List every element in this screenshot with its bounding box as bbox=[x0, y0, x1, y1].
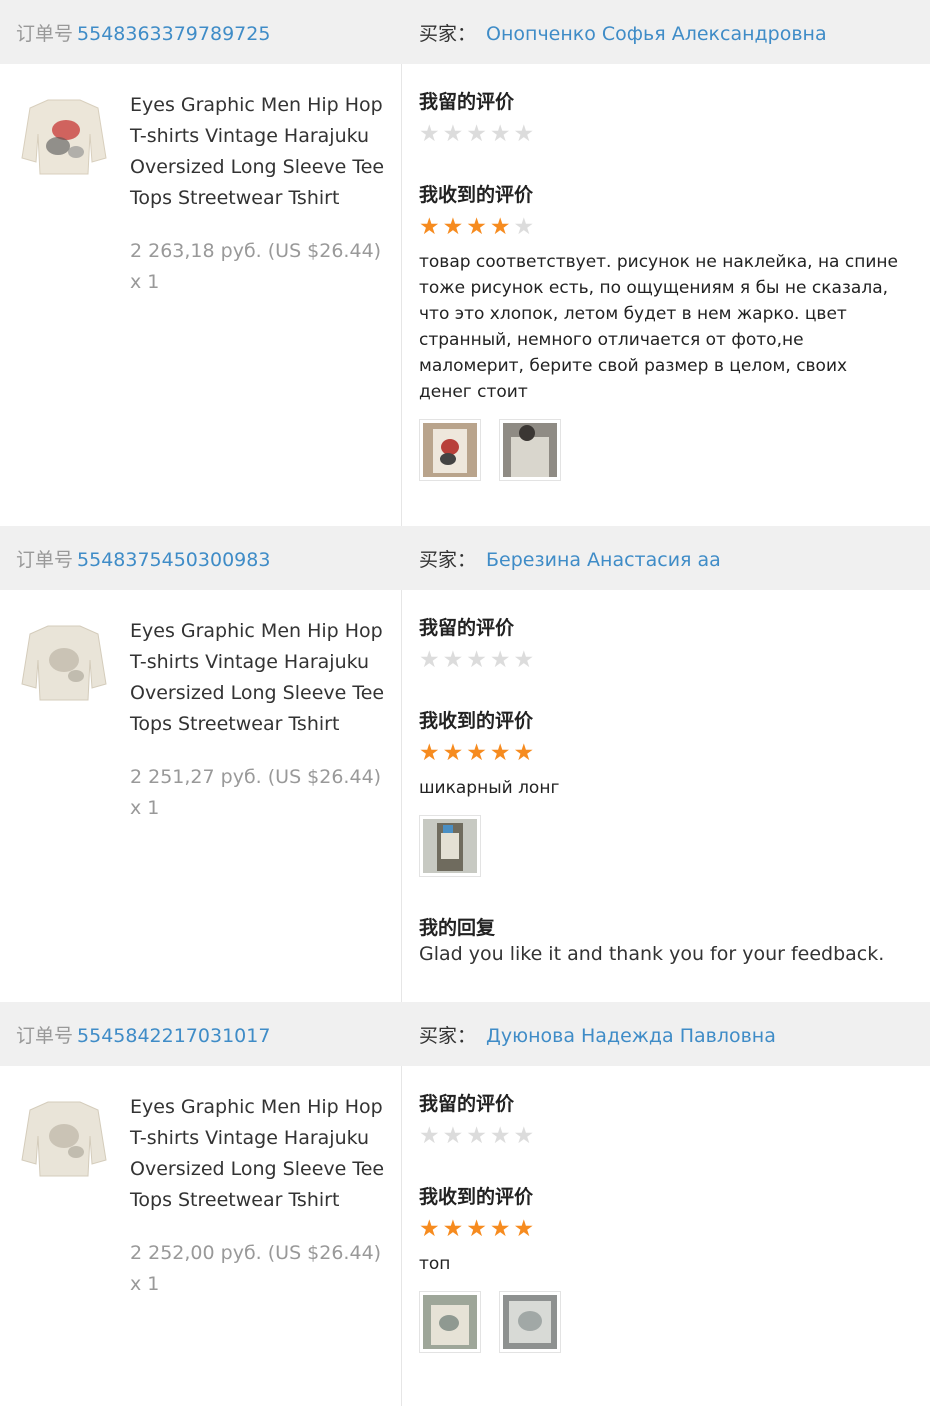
star-icon: ★ bbox=[489, 213, 511, 240]
review-photos bbox=[419, 1291, 930, 1353]
star-icon[interactable]: ★ bbox=[466, 648, 487, 672]
review-photo[interactable] bbox=[419, 1291, 481, 1353]
product-thumbnail[interactable] bbox=[20, 620, 108, 702]
review-photo[interactable] bbox=[499, 1291, 561, 1353]
star-icon: ★ bbox=[419, 213, 440, 240]
star-icon: ★ bbox=[513, 1215, 535, 1242]
review-comment: товар соответствует. рисунок не наклейка… bbox=[419, 252, 898, 402]
order-card: 订单号 5548363379789725 买家： Онопченко Софья А… bbox=[0, 0, 930, 526]
star-icon[interactable]: ★ bbox=[419, 122, 440, 146]
product-price: 2 263,18 руб. (US $26.44) bbox=[130, 240, 382, 262]
star-icon: ★ bbox=[513, 213, 535, 240]
product-title-link[interactable]: Eyes Graphic Men Hip Hop T-shirts Vintag… bbox=[130, 90, 392, 214]
received-rating-stars: ★ ★ ★ ★ ★ bbox=[419, 1215, 930, 1243]
star-icon[interactable]: ★ bbox=[490, 122, 511, 146]
review-photos bbox=[419, 419, 930, 481]
product-quantity: x 1 bbox=[130, 797, 160, 819]
star-icon: ★ bbox=[442, 1215, 464, 1242]
star-icon: ★ bbox=[513, 739, 535, 766]
my-rating-stars[interactable]: ★ ★ ★ ★ ★ bbox=[419, 646, 930, 674]
order-number-link[interactable]: 5548363379789725 bbox=[77, 23, 270, 45]
star-icon[interactable]: ★ bbox=[466, 122, 487, 146]
review-photo[interactable] bbox=[419, 815, 481, 877]
product-title-link[interactable]: Eyes Graphic Men Hip Hop T-shirts Vintag… bbox=[130, 1092, 392, 1216]
order-header: 订单号 5548363379789725 买家： Онопченко Софья А… bbox=[0, 0, 930, 64]
order-card: 订单号 5548375450300983 买家： Березина Анастаси… bbox=[0, 526, 930, 1002]
star-icon[interactable]: ★ bbox=[466, 1124, 487, 1148]
star-icon[interactable]: ★ bbox=[419, 1124, 440, 1148]
order-number-link[interactable]: 5548375450300983 bbox=[77, 549, 270, 571]
order-card: 订单号 5545842217031017 买家： Дуюнова Надежда П… bbox=[0, 1002, 930, 1406]
received-review-title: 我收到的评价 bbox=[419, 184, 534, 206]
star-icon[interactable]: ★ bbox=[443, 648, 464, 672]
star-icon[interactable]: ★ bbox=[514, 122, 535, 146]
product-quantity: x 1 bbox=[130, 1273, 160, 1295]
buyer-name-link[interactable]: Онопченко Софья Александровна bbox=[486, 23, 827, 45]
order-header: 订单号 5548375450300983 买家： Березина Анастаси… bbox=[0, 526, 930, 590]
buyer-label: 买家： bbox=[419, 22, 477, 45]
star-icon: ★ bbox=[489, 739, 511, 766]
star-icon[interactable]: ★ bbox=[490, 1124, 511, 1148]
received-rating-stars: ★ ★ ★ ★ ★ bbox=[419, 213, 930, 241]
buyer-label: 买家： bbox=[419, 548, 477, 571]
buyer-name-link[interactable]: Дуюнова Надежда Павловна bbox=[486, 1025, 776, 1047]
received-review-title: 我收到的评价 bbox=[419, 1186, 534, 1208]
star-icon: ★ bbox=[419, 1215, 440, 1242]
star-icon[interactable]: ★ bbox=[419, 648, 440, 672]
review-photo[interactable] bbox=[499, 419, 561, 481]
star-icon: ★ bbox=[419, 739, 440, 766]
order-number-label: 订单号 bbox=[16, 1024, 74, 1047]
star-icon: ★ bbox=[466, 1215, 487, 1242]
product-thumbnail[interactable] bbox=[20, 94, 108, 176]
order-number-label: 订单号 bbox=[16, 22, 74, 45]
star-icon: ★ bbox=[442, 213, 464, 240]
order-number-label: 订单号 bbox=[16, 548, 74, 571]
received-review-title: 我收到的评价 bbox=[419, 710, 534, 732]
star-icon: ★ bbox=[489, 1215, 511, 1242]
product-quantity: x 1 bbox=[130, 271, 160, 293]
star-icon: ★ bbox=[466, 213, 487, 240]
order-number-link[interactable]: 5545842217031017 bbox=[77, 1025, 270, 1047]
my-review-title: 我留的评价 bbox=[419, 617, 515, 639]
my-review-title: 我留的评价 bbox=[419, 91, 515, 113]
star-icon[interactable]: ★ bbox=[443, 1124, 464, 1148]
review-comment: топ bbox=[419, 1254, 451, 1274]
product-thumbnail[interactable] bbox=[20, 1096, 108, 1178]
my-reply-title: 我的回复 bbox=[419, 917, 496, 939]
star-icon[interactable]: ★ bbox=[514, 648, 535, 672]
my-reply-text: Glad you like it and thank you for your … bbox=[419, 943, 885, 965]
review-comment: шикарный лонг bbox=[419, 778, 560, 798]
my-rating-stars[interactable]: ★ ★ ★ ★ ★ bbox=[419, 120, 930, 148]
product-title-link[interactable]: Eyes Graphic Men Hip Hop T-shirts Vintag… bbox=[130, 616, 392, 740]
buyer-name-link[interactable]: Березина Анастасия аа bbox=[486, 549, 721, 571]
order-header: 订单号 5545842217031017 买家： Дуюнова Надежда П… bbox=[0, 1002, 930, 1066]
star-icon: ★ bbox=[442, 739, 464, 766]
review-photo[interactable] bbox=[419, 419, 481, 481]
buyer-label: 买家： bbox=[419, 1024, 477, 1047]
received-rating-stars: ★ ★ ★ ★ ★ bbox=[419, 739, 930, 767]
star-icon: ★ bbox=[466, 739, 487, 766]
product-price: 2 252,00 руб. (US $26.44) bbox=[130, 1242, 382, 1264]
star-icon[interactable]: ★ bbox=[514, 1124, 535, 1148]
product-price: 2 251,27 руб. (US $26.44) bbox=[130, 766, 382, 788]
review-photos bbox=[419, 815, 930, 877]
my-rating-stars[interactable]: ★ ★ ★ ★ ★ bbox=[419, 1122, 930, 1150]
my-review-title: 我留的评价 bbox=[419, 1093, 515, 1115]
star-icon[interactable]: ★ bbox=[490, 648, 511, 672]
star-icon[interactable]: ★ bbox=[443, 122, 464, 146]
